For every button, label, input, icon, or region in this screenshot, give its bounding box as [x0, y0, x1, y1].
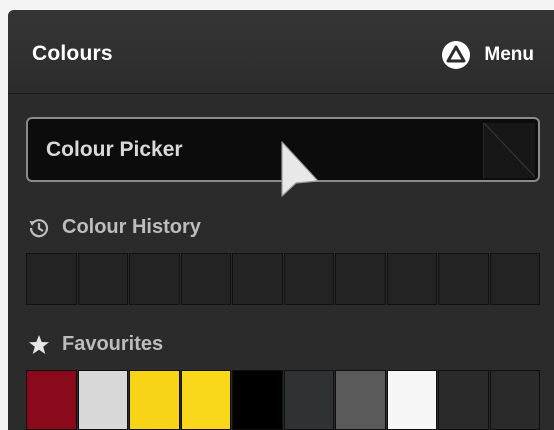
history-swatch[interactable] [335, 253, 386, 305]
favourite-swatch[interactable] [232, 370, 283, 430]
history-swatch[interactable] [77, 253, 128, 305]
favourite-swatch[interactable] [489, 370, 540, 430]
current-colour-swatch[interactable] [483, 123, 535, 178]
history-swatch[interactable] [129, 253, 180, 305]
colour-history-heading: Colour History [28, 216, 201, 239]
colour-history-row [26, 253, 540, 305]
favourites-label: Favourites [62, 333, 164, 355]
favourite-swatch[interactable] [129, 370, 180, 430]
history-swatch[interactable] [180, 253, 231, 305]
colour-history-label: Colour History [62, 216, 201, 238]
history-swatch[interactable] [386, 253, 437, 305]
colour-picker-button[interactable]: Colour Picker [26, 117, 540, 182]
history-swatch[interactable] [489, 253, 540, 305]
favourite-swatch[interactable] [386, 370, 437, 430]
history-swatch[interactable] [438, 253, 489, 305]
favourite-swatch[interactable] [438, 370, 489, 430]
favourites-row [26, 370, 540, 430]
menu-button[interactable]: Menu [442, 40, 534, 70]
header-bar: Colours Menu [8, 10, 554, 94]
favourite-swatch[interactable] [283, 370, 334, 430]
favourite-swatch[interactable] [77, 370, 128, 430]
panel-title: Colours [32, 42, 113, 65]
favourites-heading: Favourites [28, 333, 163, 356]
favourite-swatch[interactable] [180, 370, 231, 430]
triangle-in-circle-icon [442, 41, 471, 69]
history-swatch[interactable] [232, 253, 283, 305]
star-icon [28, 334, 50, 356]
colour-picker-label: Colour Picker [46, 138, 183, 161]
clock-history-icon [28, 217, 50, 239]
menu-label: Menu [484, 44, 534, 65]
favourite-swatch[interactable] [26, 370, 77, 430]
history-swatch[interactable] [283, 253, 334, 305]
favourite-swatch[interactable] [335, 370, 386, 430]
history-swatch[interactable] [26, 253, 77, 305]
colours-panel: Colours Menu Colour Picker Colour Histor… [8, 10, 554, 430]
